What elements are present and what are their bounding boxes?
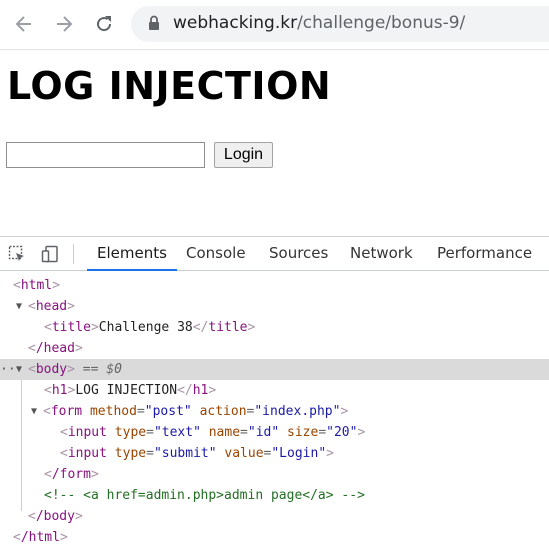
expand-triangle-icon[interactable]: ▼ <box>16 296 22 317</box>
tab-elements[interactable]: Elements <box>87 237 177 271</box>
url-path: /challenge/bonus-9/ <box>297 13 466 33</box>
dom-node-input-submit[interactable]: <input type="submit" value="Login"> <box>0 443 549 464</box>
browser-toolbar: webhacking.kr/challenge/bonus-9/ <box>0 0 549 50</box>
lock-icon <box>148 15 160 36</box>
dom-node-h1[interactable]: <h1>LOG INJECTION</h1> <box>0 380 549 401</box>
url-host: webhacking.kr <box>173 13 298 33</box>
reload-button[interactable] <box>92 11 116 37</box>
inspect-element-icon[interactable] <box>7 244 27 264</box>
tab-console[interactable]: Console <box>186 237 246 270</box>
devtools-panel: Elements Console Sources Network Perform… <box>0 236 549 554</box>
dom-node-comment[interactable]: <!-- <a href=admin.php>admin page</a> --… <box>0 485 549 506</box>
reload-icon <box>97 16 112 32</box>
login-button[interactable]: Login <box>214 142 273 168</box>
back-button[interactable] <box>12 11 36 37</box>
page-heading: LOG INJECTION <box>7 64 332 108</box>
arrow-right-icon <box>57 16 73 32</box>
dom-node-html-close[interactable]: </html> <box>0 527 549 548</box>
dom-node-head-close[interactable]: </head> <box>0 338 549 359</box>
dom-node-head[interactable]: ▼ <head> <box>0 296 549 317</box>
expand-triangle-icon[interactable]: ▼ <box>31 401 37 422</box>
device-toolbar-icon[interactable] <box>40 244 60 264</box>
selected-marker: == $0 <box>82 362 122 377</box>
tab-sources[interactable]: Sources <box>269 237 328 270</box>
expand-triangle-icon[interactable]: ▼ <box>16 359 22 380</box>
dom-node-form[interactable]: ▼ <form method="post" action="index.php"… <box>0 401 549 422</box>
dom-node-html[interactable]: <html> <box>0 275 549 296</box>
arrow-left-icon <box>15 16 31 32</box>
dom-node-title[interactable]: <title>Challenge 38</title> <box>0 317 549 338</box>
id-input[interactable] <box>6 142 205 168</box>
url-text[interactable]: webhacking.kr/challenge/bonus-9/ <box>173 13 465 33</box>
tab-performance[interactable]: Performance <box>437 237 532 270</box>
devtools-tabbar: Elements Console Sources Network Perform… <box>0 237 549 271</box>
dom-node-body-close[interactable]: </body> <box>0 506 549 527</box>
dom-node-input-text[interactable]: <input type="text" name="id" size="20"> <box>0 422 549 443</box>
dom-node-form-close[interactable]: </form> <box>0 464 549 485</box>
dom-tree: <html> ▼ <head> <title>Challenge 38</tit… <box>0 271 549 554</box>
dom-node-body[interactable]: ··· ▼ <body> == $0 <box>0 359 549 380</box>
tab-network[interactable]: Network <box>350 237 413 270</box>
page-content: LOG INJECTION Login <box>0 50 549 236</box>
tabbar-divider <box>73 244 74 264</box>
forward-button[interactable] <box>52 11 76 37</box>
